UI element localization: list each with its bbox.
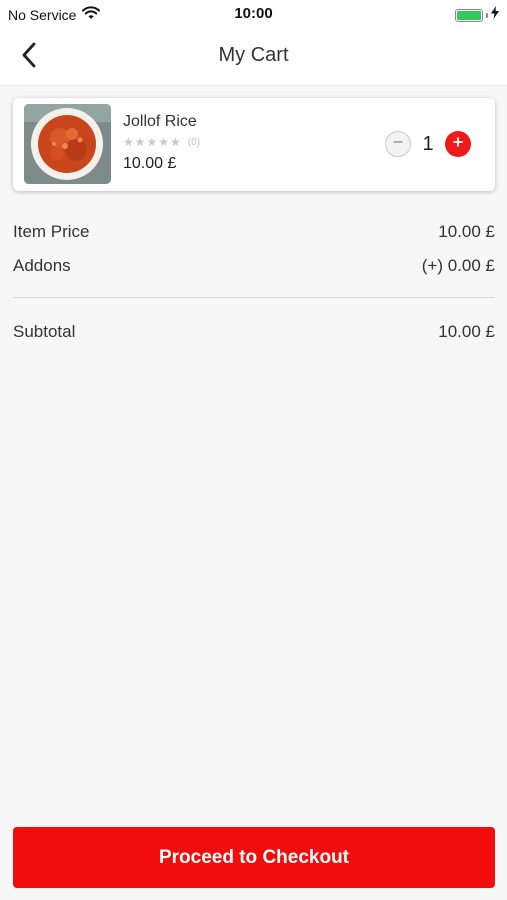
- addons-value: (+) 0.00 £: [421, 256, 495, 275]
- battery-icon: [455, 8, 483, 22]
- charging-icon: [491, 6, 499, 24]
- status-battery-group: [455, 6, 499, 24]
- subtotal-label: Subtotal: [13, 322, 76, 341]
- increase-quantity-button[interactable]: [445, 131, 471, 157]
- status-bar: No Service 10:00: [0, 0, 507, 28]
- addons-row: Addons (+) 0.00 £: [13, 252, 495, 286]
- item-price: 10.00 £: [123, 155, 177, 172]
- rating-count: (0): [187, 136, 201, 148]
- item-price-value: 10.00 £: [438, 222, 495, 241]
- decrease-quantity-button[interactable]: [385, 131, 411, 157]
- page-title: My Cart: [218, 44, 289, 66]
- subtotal-value: 10.00 £: [438, 322, 495, 341]
- proceed-to-checkout-button[interactable]: Proceed to Checkout: [13, 827, 495, 888]
- star-icon: ★: [134, 135, 146, 149]
- quantity-value: 1: [422, 132, 434, 155]
- item-name: Jollof Rice: [123, 113, 197, 130]
- star-icon: ★: [123, 135, 134, 149]
- plus-icon: [452, 135, 464, 153]
- cart-item-card[interactable]: Jollof Rice ★ ★ ★ ★ ★ (0) 10.00 £ 1: [13, 98, 495, 191]
- item-price-row: Item Price 10.00 £: [13, 218, 495, 252]
- star-icon: ★: [146, 135, 158, 149]
- price-summary: Item Price 10.00 £ Addons (+) 0.00 £: [13, 218, 495, 286]
- subtotal-row: Subtotal 10.00 £: [13, 318, 495, 348]
- battery-cap: [486, 12, 488, 18]
- quantity-stepper: 1: [385, 131, 471, 157]
- minus-icon: [392, 135, 404, 153]
- nav-bar: My Cart: [0, 28, 507, 86]
- star-icon: ★: [170, 135, 181, 149]
- addons-label: Addons: [13, 256, 71, 275]
- item-image: [24, 104, 111, 184]
- item-rating: ★ ★ ★ ★ ★ (0): [123, 136, 200, 148]
- summary-divider: [13, 297, 495, 298]
- star-icon: ★: [158, 135, 170, 149]
- item-price-label: Item Price: [13, 222, 90, 241]
- status-time: 10:00: [234, 5, 273, 22]
